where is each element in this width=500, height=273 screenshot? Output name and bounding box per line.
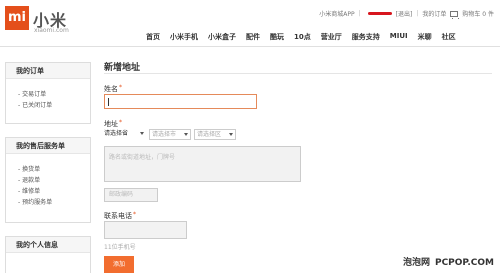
add-button[interactable]: 添加 <box>104 256 134 273</box>
nav-item[interactable]: 配件 <box>246 32 260 42</box>
redacted-username[interactable] <box>367 12 392 15</box>
chevron-down-icon <box>140 132 144 135</box>
main-nav: 首页 小米手机 小米盒子 配件 酷玩 10点 营业厅 服务支持 MIUI 米聊 … <box>146 32 500 42</box>
text-caret <box>108 98 109 106</box>
phone-input[interactable] <box>104 221 187 239</box>
sidebar-item[interactable]: - 退款单 <box>18 175 90 186</box>
divider: | <box>416 10 419 17</box>
sidebar-item[interactable]: - 换货单 <box>18 164 90 175</box>
my-orders-link[interactable]: 我的订单 <box>422 9 446 18</box>
sidebar-item[interactable]: - 维修单 <box>18 186 90 197</box>
street-address-textarea[interactable]: 路名或街道地址，门牌号 <box>104 146 301 182</box>
sidebar-profile: 我的个人信息 <box>5 236 91 273</box>
watermark: 泡泡网 PCPOP.COM <box>402 258 494 268</box>
district-select[interactable]: 请选择区 <box>194 129 236 140</box>
cart-icon[interactable] <box>450 10 460 19</box>
name-label: 姓名* <box>104 84 122 93</box>
mi-logo[interactable]: mi <box>5 6 29 30</box>
sidebar-orders: 我的订单 - 交易订单 - 已关闭订单 <box>5 62 91 124</box>
topbar: 小米商城APP | [退出] | 我的订单 购物车 0 件 <box>315 9 494 19</box>
city-select[interactable]: 请选择市 <box>149 129 191 140</box>
nav-item[interactable]: 营业厅 <box>321 32 342 42</box>
nav-item[interactable]: 米聊 <box>418 32 432 42</box>
nav-item[interactable]: 10点 <box>294 32 311 42</box>
logout-link[interactable]: [退出] <box>396 9 413 18</box>
nav-item[interactable]: 酷玩 <box>270 32 284 42</box>
logo-text: mi <box>7 10 26 25</box>
nav-item[interactable]: MIUI <box>390 32 408 42</box>
nav-item[interactable]: 小米盒子 <box>208 32 236 42</box>
app-link[interactable]: 小米商城APP <box>319 9 354 18</box>
chevron-down-icon <box>229 133 233 136</box>
province-select[interactable]: 请选择省 <box>104 129 146 140</box>
page-title: 新增地址 <box>104 63 141 73</box>
phone-label: 联系电话* <box>104 211 136 220</box>
sidebar-item[interactable]: - 预约服务单 <box>18 197 90 208</box>
cart-link[interactable]: 购物车 0 件 <box>462 9 494 18</box>
chevron-down-icon <box>184 133 188 136</box>
address-label: 地址* <box>104 119 122 128</box>
divider: | <box>358 10 361 17</box>
nav-item[interactable]: 服务支持 <box>352 32 380 42</box>
name-input[interactable] <box>104 94 257 109</box>
site-domain: xiaomi.com <box>34 27 69 34</box>
sidebar-item[interactable]: - 已关闭订单 <box>18 100 90 111</box>
zip-code-input[interactable]: 邮政编码 <box>104 188 158 202</box>
sidebar-heading: 我的个人信息 <box>6 237 90 253</box>
sidebar-item[interactable]: - 交易订单 <box>18 89 90 100</box>
phone-hint: 11位手机号 <box>104 244 136 251</box>
nav-item[interactable]: 小米手机 <box>170 32 198 42</box>
sidebar-heading: 我的售后服务单 <box>6 138 90 154</box>
nav-item[interactable]: 社区 <box>442 32 456 42</box>
sidebar-heading: 我的订单 <box>6 63 90 79</box>
sidebar-after-sales: 我的售后服务单 - 换货单 - 退款单 - 维修单 - 预约服务单 <box>5 137 91 223</box>
nav-item[interactable]: 首页 <box>146 32 160 42</box>
title-divider <box>104 73 492 74</box>
header-divider <box>0 46 500 47</box>
